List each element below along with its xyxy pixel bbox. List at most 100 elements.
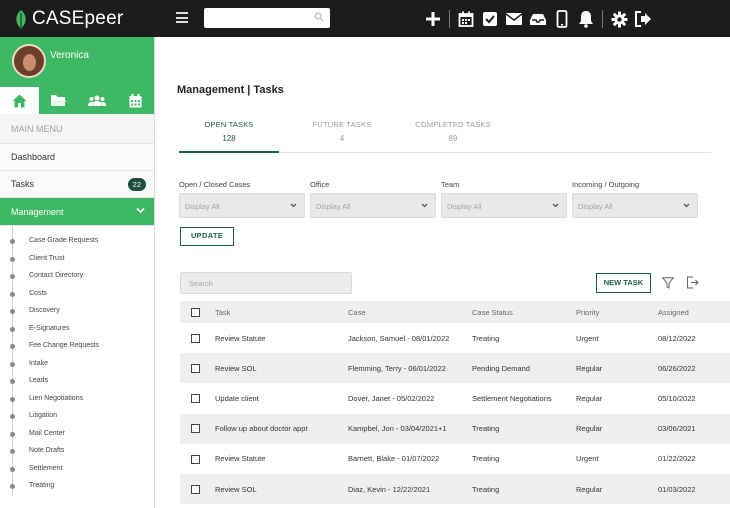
phone-icon[interactable] xyxy=(550,7,574,31)
row-checkbox[interactable] xyxy=(191,484,200,494)
gear-icon[interactable] xyxy=(607,7,631,31)
submenu-item[interactable]: Mail Center xyxy=(0,425,154,443)
plus-icon[interactable] xyxy=(421,7,445,31)
sidebar-item-dashboard[interactable]: Dashboard xyxy=(0,144,154,171)
task-cell[interactable]: Review Statute xyxy=(215,323,348,353)
column-header-assigned[interactable]: Assigned xyxy=(658,301,730,323)
sidebar-item-label: Tasks xyxy=(11,179,35,189)
task-cell[interactable]: Review SOL xyxy=(215,473,348,505)
table-row[interactable]: Review Statute Barnett, Blake - 01/07/20… xyxy=(180,444,730,474)
submenu-item-label: Lien Negotiations xyxy=(29,394,84,402)
case-cell[interactable]: Dover, Janet - 05/02/2022 xyxy=(348,383,472,413)
submenu-item-label: Client Trust xyxy=(29,254,65,262)
tab-count: 128 xyxy=(222,134,236,143)
submenu-item[interactable]: Costs xyxy=(0,285,154,303)
update-button[interactable]: UPDATE xyxy=(180,227,234,246)
column-header-priority[interactable]: Priority xyxy=(576,301,658,323)
sidebar-tab-folder[interactable] xyxy=(39,87,78,114)
table-row[interactable]: Follow up about doctor appt Kampbel, Jon… xyxy=(180,413,730,444)
team-select[interactable]: Display All xyxy=(441,193,567,218)
row-checkbox[interactable] xyxy=(191,424,200,434)
submenu-item-label: Mail Center xyxy=(29,429,65,437)
top-search-input[interactable] xyxy=(204,8,330,28)
logout-icon[interactable] xyxy=(631,7,655,31)
case-status-cell: Treating xyxy=(472,333,500,343)
task-cell[interactable]: Review Statute xyxy=(215,444,348,474)
user-name[interactable]: Veronica xyxy=(50,50,89,61)
table-row[interactable]: Review SOL Diaz, Kevin - 12/22/2021 Trea… xyxy=(180,473,730,505)
submenu-item[interactable]: Lien Negotiations xyxy=(0,390,154,408)
submenu-item[interactable]: Leads xyxy=(0,372,154,390)
mail-icon[interactable] xyxy=(502,7,526,31)
task-search-input[interactable]: Search xyxy=(180,272,352,294)
tasks-table: Task Case Case Status Priority Assigned … xyxy=(180,301,730,505)
submenu-item-label: Discovery xyxy=(29,307,60,314)
sidebar-item-tasks[interactable]: Tasks 22 xyxy=(0,171,154,198)
tab-future-tasks[interactable]: FUTURE TASKS 4 xyxy=(292,120,392,143)
row-checkbox[interactable] xyxy=(191,454,200,464)
tab-open-tasks[interactable]: OPEN TASKS 128 xyxy=(179,120,279,153)
home-icon xyxy=(12,94,27,107)
task-cell[interactable]: Update client xyxy=(215,383,348,413)
column-header-task[interactable]: Task xyxy=(215,301,348,323)
column-header-case-status[interactable]: Case Status xyxy=(472,301,576,323)
open-closed-select[interactable]: Display All xyxy=(179,193,305,218)
office-select[interactable]: Display All xyxy=(310,193,436,218)
submenu-item-label: Case Grade Requests xyxy=(29,237,99,244)
case-status-cell: Treating xyxy=(472,413,576,444)
submenu-item-label: Note Drafts xyxy=(29,447,65,454)
inbox-icon[interactable] xyxy=(526,7,550,31)
bell-icon[interactable] xyxy=(574,7,598,31)
submenu-item[interactable]: Case Grade Requests xyxy=(0,232,154,250)
case-cell[interactable]: Barnett, Blake - 01/07/2022 xyxy=(348,444,472,474)
new-task-button[interactable]: NEW TASK xyxy=(596,273,651,293)
case-status-cell: Pending Demand xyxy=(472,353,576,384)
submenu-item[interactable]: E-Signatures xyxy=(0,320,154,338)
calendar-icon xyxy=(129,93,142,107)
tab-completed-tasks[interactable]: COMPLETED TASKS 89 xyxy=(403,120,503,143)
submenu-item[interactable]: Client Trust xyxy=(0,250,154,268)
task-cell[interactable]: Follow up about doctor appt xyxy=(215,413,348,444)
search-icon[interactable] xyxy=(314,12,324,22)
submenu-item[interactable]: Contact Directory xyxy=(0,267,154,285)
avatar[interactable] xyxy=(12,44,46,78)
case-cell[interactable]: Diaz, Kevin - 12/22/2021 xyxy=(348,473,472,505)
case-cell[interactable]: Flemming, Terry - 06/01/2022 xyxy=(348,353,472,384)
row-checkbox[interactable] xyxy=(191,333,200,343)
export-icon[interactable] xyxy=(686,276,699,289)
table-row[interactable]: Update client Dover, Janet - 05/02/2022 … xyxy=(180,383,730,413)
top-navbar: CASEpeer xyxy=(0,0,730,37)
row-checkbox[interactable] xyxy=(191,394,200,404)
sidebar-tab-calendar[interactable] xyxy=(116,87,154,114)
incoming-outgoing-select[interactable]: Display All xyxy=(572,193,698,218)
row-checkbox[interactable] xyxy=(191,364,200,374)
hamburger-menu-icon[interactable] xyxy=(176,12,188,23)
casepeer-logo[interactable]: CASEpeer xyxy=(15,8,155,30)
table-row[interactable]: Review SOL Flemming, Terry - 06/01/2022 … xyxy=(180,353,730,384)
case-cell[interactable]: Jackson, Samuel - 08/01/2022 xyxy=(348,323,472,353)
toolbar-divider xyxy=(449,10,450,28)
tab-label: OPEN TASKS xyxy=(204,120,254,129)
select-all-checkbox[interactable] xyxy=(191,307,200,317)
submenu-item[interactable]: Litigation xyxy=(0,407,154,425)
submenu-item-label: Fee Change Requests xyxy=(29,342,100,349)
chevron-down-icon xyxy=(552,203,559,208)
sidebar-tab-users[interactable] xyxy=(78,87,117,114)
submenu-item[interactable]: Note Drafts xyxy=(0,442,154,460)
checkbox-icon[interactable] xyxy=(478,7,502,31)
submenu-item[interactable]: Discovery xyxy=(0,302,154,320)
column-header-case[interactable]: Case xyxy=(348,301,472,323)
table-row[interactable]: Review Statute Jackson, Samuel - 08/01/2… xyxy=(180,323,730,353)
submenu-item[interactable]: Treating xyxy=(0,477,154,495)
case-cell[interactable]: Kampbel, Jon - 03/04/2021+1 xyxy=(348,413,472,444)
filter-icon[interactable] xyxy=(662,277,674,289)
profile-panel: Veronica xyxy=(0,37,154,114)
sidebar-tab-home[interactable] xyxy=(0,87,39,114)
select-value: Display All xyxy=(447,202,482,211)
submenu-item[interactable]: Intake xyxy=(0,355,154,373)
calendar-icon[interactable] xyxy=(454,7,478,31)
submenu-item[interactable]: Settlement xyxy=(0,460,154,478)
task-cell[interactable]: Review SOL xyxy=(215,353,348,384)
sidebar-item-management[interactable]: Management xyxy=(0,198,154,226)
submenu-item[interactable]: Fee Change Requests xyxy=(0,337,154,355)
